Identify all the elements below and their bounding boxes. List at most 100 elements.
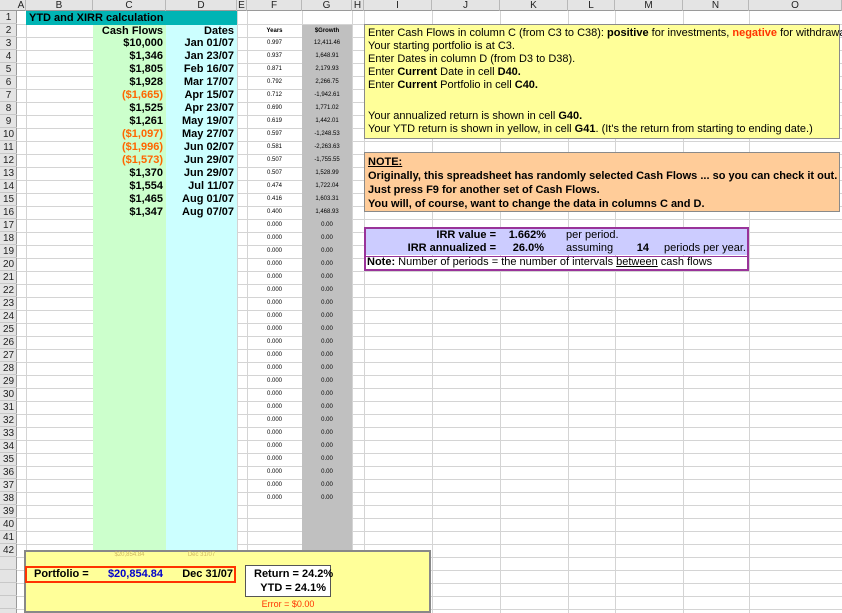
row-header[interactable]: 39 [0,505,17,518]
row-header[interactable]: 23 [0,297,17,310]
cash-flow-cell[interactable]: $1,525 [93,102,163,115]
years-cell[interactable]: 0.581 [247,141,302,154]
row-header[interactable]: 27 [0,349,17,362]
growth-cell[interactable]: 0.00 [302,427,352,440]
row-header[interactable]: 17 [0,219,17,232]
row-header[interactable]: 1 [0,11,17,24]
row-header[interactable]: 8 [0,102,17,115]
col-header-D[interactable]: D [166,0,237,11]
row-header[interactable]: 5 [0,63,17,76]
row-header[interactable]: 13 [0,167,17,180]
years-cell[interactable]: 0.000 [247,453,302,466]
row-header[interactable]: 38 [0,492,17,505]
col-header-F[interactable]: F [247,0,302,11]
growth-cell[interactable]: 0.00 [302,453,352,466]
row-header[interactable]: 30 [0,388,17,401]
growth-cell[interactable]: -1,942.61 [302,89,352,102]
col-header-K[interactable]: K [500,0,568,11]
years-cell[interactable]: 0.792 [247,76,302,89]
years-cell[interactable]: 0.000 [247,388,302,401]
cash-flow-cell[interactable]: $1,554 [93,180,163,193]
date-cell[interactable]: Aug 07/07 [166,206,234,219]
date-cell[interactable]: Jan 23/07 [166,50,234,63]
cash-flow-cell[interactable]: ($1,573) [93,154,163,167]
growth-cell[interactable]: 0.00 [302,414,352,427]
date-cell[interactable]: Jan 01/07 [166,37,234,50]
row-header[interactable] [0,596,17,609]
growth-cell[interactable]: 0.00 [302,310,352,323]
years-cell[interactable]: 0.000 [247,440,302,453]
row-header[interactable]: 32 [0,414,17,427]
years-cell[interactable]: 0.000 [247,414,302,427]
growth-cell[interactable]: 0.00 [302,336,352,349]
years-cell[interactable]: 0.937 [247,50,302,63]
row-header[interactable]: 4 [0,50,17,63]
years-cell[interactable]: 0.474 [247,180,302,193]
row-header[interactable]: 20 [0,258,17,271]
growth-cell[interactable]: 0.00 [302,375,352,388]
growth-cell[interactable]: 0.00 [302,401,352,414]
growth-cell[interactable]: -1,248.53 [302,128,352,141]
row-header[interactable]: 29 [0,375,17,388]
growth-cell[interactable]: 1,722.04 [302,180,352,193]
row-header[interactable]: 28 [0,362,17,375]
growth-cell[interactable]: 0.00 [302,284,352,297]
date-cell[interactable]: Jun 29/07 [166,154,234,167]
years-cell[interactable]: 0.000 [247,245,302,258]
return-value[interactable]: Return = 24.2% [254,568,333,581]
growth-cell[interactable]: 1,468.93 [302,206,352,219]
years-header[interactable]: Years [247,27,302,36]
cash-flow-cell[interactable]: ($1,665) [93,89,163,102]
growth-cell[interactable]: 0.00 [302,245,352,258]
growth-cell[interactable]: 0.00 [302,297,352,310]
years-cell[interactable]: 0.000 [247,362,302,375]
growth-cell[interactable]: 1,771.02 [302,102,352,115]
row-header[interactable]: 21 [0,271,17,284]
row-header[interactable]: 40 [0,518,17,531]
portfolio-value[interactable]: $20,854.84 [93,568,163,581]
growth-cell[interactable]: 1,442.01 [302,115,352,128]
row-header[interactable]: 2 [0,24,17,37]
row-header[interactable]: 19 [0,245,17,258]
row-header[interactable]: 22 [0,284,17,297]
cash-flow-cell[interactable]: ($1,097) [93,128,163,141]
row-header[interactable]: 12 [0,154,17,167]
growth-cell[interactable]: 0.00 [302,362,352,375]
years-cell[interactable]: 0.000 [247,336,302,349]
row-header[interactable]: 15 [0,193,17,206]
years-cell[interactable]: 0.619 [247,115,302,128]
date-cell[interactable]: Apr 15/07 [166,89,234,102]
col-header-J[interactable]: J [432,0,500,11]
date-cell[interactable]: Jun 02/07 [166,141,234,154]
growth-cell[interactable]: 0.00 [302,492,352,505]
years-cell[interactable]: 0.000 [247,310,302,323]
row-header[interactable]: 18 [0,232,17,245]
growth-cell[interactable]: 0.00 [302,271,352,284]
date-cell[interactable]: Jun 29/07 [166,167,234,180]
cash-flow-cell[interactable]: $1,928 [93,76,163,89]
col-header-M[interactable]: M [615,0,683,11]
col-header-A[interactable]: A [17,0,26,11]
growth-cell[interactable]: -1,755.55 [302,154,352,167]
years-cell[interactable]: 0.000 [247,466,302,479]
row-header[interactable]: 9 [0,115,17,128]
cash-flow-cell[interactable]: $1,346 [93,50,163,63]
col-header-E[interactable]: E [237,0,247,11]
row-header[interactable]: 16 [0,206,17,219]
col-header-G[interactable]: G [302,0,352,11]
cash-flow-cell[interactable]: $1,261 [93,115,163,128]
irr-value[interactable]: 1.662% [496,229,546,242]
growth-cell[interactable]: 0.00 [302,349,352,362]
row-header[interactable]: 33 [0,427,17,440]
years-cell[interactable]: 0.000 [247,349,302,362]
col-header-I[interactable]: I [364,0,432,11]
years-cell[interactable]: 0.000 [247,479,302,492]
growth-cell[interactable]: -2,263.63 [302,141,352,154]
growth-cell[interactable]: 2,179.93 [302,63,352,76]
years-cell[interactable]: 0.000 [247,427,302,440]
date-cell[interactable]: May 27/07 [166,128,234,141]
growth-cell[interactable]: 0.00 [302,466,352,479]
years-cell[interactable]: 0.000 [247,284,302,297]
cash-flow-cell[interactable]: $1,347 [93,206,163,219]
row-header[interactable]: 41 [0,531,17,544]
